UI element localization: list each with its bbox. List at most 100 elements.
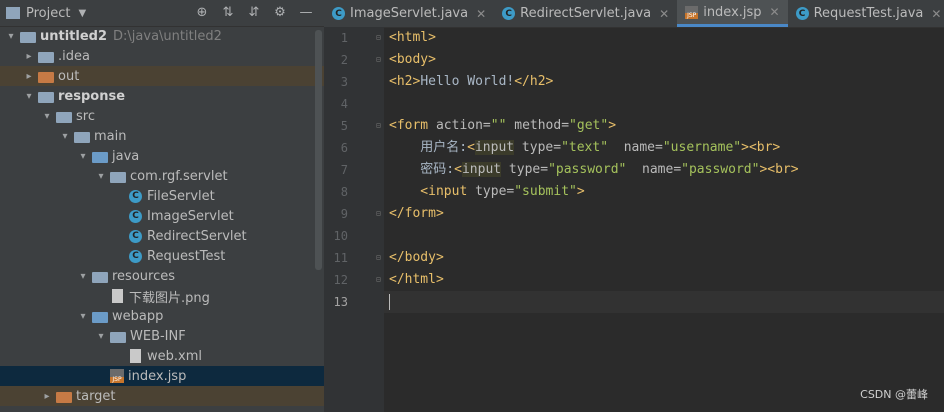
jsp-file-icon [110,369,124,383]
collapse-all-icon[interactable]: ⇵ [246,4,262,20]
tree-item[interactable]: ▾ untitled2 D:\java\untitled2 [0,26,324,46]
chevron-down-icon[interactable]: ▾ [76,311,90,322]
tree-item[interactable]: ▾ resources [0,266,324,286]
code-token: <input [389,184,476,199]
fold-marker-icon[interactable]: ⊟ [376,209,384,218]
editor-tab[interactable]: C ImageServlet.java ✕ [324,0,494,27]
tree-item[interactable]: ▸ .idea [0,46,324,66]
line-number: 7 [340,163,348,177]
chevron-down-icon[interactable]: ▼ [78,8,86,19]
line-number: 2 [340,53,348,67]
code-line[interactable] [384,225,944,247]
close-icon[interactable]: ✕ [659,7,669,21]
chevron-down-icon[interactable]: ▾ [22,91,36,102]
code-token: > [741,140,749,155]
chevron-down-icon[interactable]: ▾ [94,171,108,182]
folder-icon [110,171,126,183]
tree-item[interactable]: ▾ response [0,86,324,106]
tree-item-label: java [112,148,140,164]
tree-item[interactable]: ▸ target [0,386,324,406]
sidebar-scrollbar[interactable] [315,30,322,270]
line-number: 5 [340,119,348,133]
tree-item[interactable]: ▾ java [0,146,324,166]
tree-item[interactable]: ▸ out [0,66,324,86]
tree-item[interactable]: C RedirectServlet [0,226,324,246]
expand-all-icon[interactable]: ⇅ [220,4,236,20]
tree-item-label: resources [112,268,176,284]
fold-marker-icon[interactable]: ⊟ [376,33,384,42]
code-area[interactable]: ⊟ <html> ⊟ <body> <h2>Hello World!</h2> ⊟ <for… [376,27,944,412]
tree-item-label: main [94,128,127,144]
fold-marker-icon[interactable]: ⊟ [376,253,384,262]
folder-icon [110,331,126,343]
code-token: action= [435,118,491,133]
code-line[interactable]: ⊟ <body> [376,49,944,71]
code-line[interactable]: <h2>Hello World!</h2> [384,71,944,93]
code-token: </form> [389,206,444,221]
code-line[interactable]: ⊟ </form> [376,203,944,225]
gear-icon[interactable]: ⚙ [272,4,288,20]
chevron-down-icon[interactable]: ▾ [40,111,54,122]
editor-tab[interactable]: index.jsp ✕ [677,0,788,27]
tree-item[interactable]: C FileServlet [0,186,324,206]
locate-icon[interactable]: ⊕ [194,4,210,20]
code-token: <br> [748,140,781,155]
folder-icon [56,391,72,403]
tree-item[interactable]: ▾ com.rgf.servlet [0,166,324,186]
project-panel-title[interactable]: Project [26,6,70,21]
tree-item[interactable]: C RequestTest [0,246,324,266]
chevron-down-icon[interactable]: ▾ [94,331,108,342]
class-icon: C [129,189,142,203]
class-icon: C [129,209,142,223]
tree-item-label: index.jsp [128,368,187,384]
chevron-down-icon[interactable]: ▾ [4,31,18,42]
tree-item[interactable]: ▾ webapp [0,306,324,326]
text-caret [389,293,390,310]
chevron-down-icon[interactable]: ▾ [76,271,90,282]
chevron-right-icon[interactable]: ▸ [22,51,36,62]
chevron-right-icon[interactable]: ▸ [22,71,36,82]
tree-item-label: target [76,388,116,404]
tree-item[interactable]: index.jsp [0,366,324,386]
close-icon[interactable]: ✕ [770,5,780,19]
folder-icon [74,131,90,143]
code-token: "password" [548,162,627,177]
jsp-file-icon [685,5,699,19]
code-token: "" [490,118,507,133]
tree-item-label: ImageServlet [147,208,234,224]
code-token: <h2> [389,74,421,89]
code-line[interactable] [384,291,944,313]
chevron-right-icon[interactable]: ▸ [40,391,54,402]
tree-item[interactable]: web.xml [0,346,324,366]
close-icon[interactable]: ✕ [476,7,486,21]
tree-item[interactable]: C ImageServlet [0,206,324,226]
tree-item[interactable]: ▾ main [0,126,324,146]
tree-item[interactable]: ▾ WEB-INF [0,326,324,346]
code-token: "text" [561,140,609,155]
editor-tab[interactable]: C RequestTest.java ✕ [788,0,944,27]
minimize-icon[interactable]: — [298,4,314,20]
folder-icon [56,111,72,123]
tree-item-label: response [58,88,126,104]
tree-item[interactable]: ▾ src [0,106,324,126]
code-line[interactable] [384,93,944,115]
folder-icon [38,71,54,83]
tree-item-label: 下载图片.png [129,290,210,306]
code-line[interactable]: 用户名:<input type="text" name="username"><… [384,137,944,159]
fold-marker-icon[interactable]: ⊟ [376,121,384,130]
chevron-down-icon[interactable]: ▾ [76,151,90,162]
tree-item-label: RedirectServlet [147,228,247,244]
code-line[interactable]: <input type="submit"> [384,181,944,203]
close-icon[interactable]: ✕ [931,7,941,21]
code-line[interactable]: ⊟ <html> [376,27,944,49]
code-line[interactable]: ⊟ <form action="" method="get"> [376,115,944,137]
code-line[interactable]: 密码:<input type="password" name="password… [384,159,944,181]
code-line[interactable]: ⊟ </html> [376,269,944,291]
fold-marker-icon[interactable]: ⊟ [376,55,384,64]
fold-marker-icon[interactable]: ⊟ [376,275,384,284]
editor-tab[interactable]: C RedirectServlet.java ✕ [494,0,677,27]
tree-item[interactable]: 下载图片.png [0,286,324,306]
file-icon [112,289,123,303]
code-line[interactable]: ⊟ </body> [376,247,944,269]
chevron-down-icon[interactable]: ▾ [58,131,72,142]
